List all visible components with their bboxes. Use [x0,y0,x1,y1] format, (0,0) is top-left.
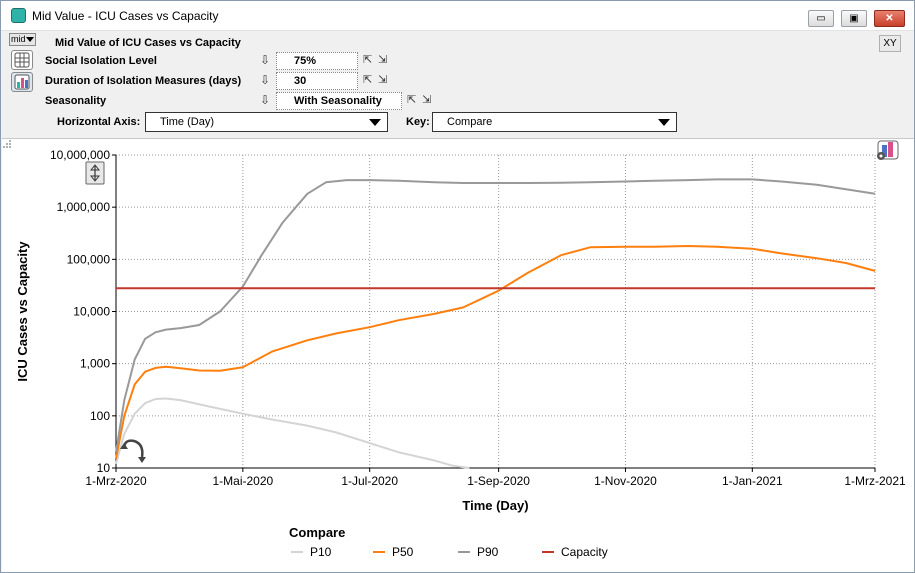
undo-icon[interactable]: ⇲ [378,74,387,86]
x-tick-label: 1-Mai-2020 [212,474,273,488]
maximize-icon: ▣ [849,13,859,24]
key-dropdown[interactable]: Compare [432,112,677,132]
graph-area[interactable]: 1-Mrz-2020 1-Mai-2020 1-Jul-2020 1-Sep-2020… [2,138,914,572]
edit-arrow-icon[interactable]: ⇱ [363,74,372,86]
minimize-button[interactable]: ▭ [808,10,834,27]
legend-label: P90 [477,545,499,559]
horizontal-axis-dropdown[interactable]: Time (Day) [145,112,388,132]
y-tick-label: 10 [97,461,111,475]
table-view-button[interactable] [11,50,33,70]
x-axis-label: Time (Day) [462,498,528,513]
legend-title: Compare [289,525,345,540]
undo-icon[interactable]: ⇲ [378,54,387,66]
x-tick-label: 1-Jan-2021 [722,474,783,488]
close-icon: ✕ [885,13,894,24]
series-line-p10[interactable] [115,397,470,469]
key-label: Key: [406,116,430,128]
y-tick-label: 10,000,000 [50,148,110,162]
duration-input[interactable]: 30 [276,72,358,90]
legend-label: Capacity [561,545,608,559]
xy-button[interactable]: XY [879,35,901,52]
chevron-down-icon [369,119,381,126]
x-tick-label: 1-Mrz-2020 [85,474,147,488]
down-arrow-icon[interactable]: ⇩ [259,54,271,67]
y-tick-label: 1,000,000 [57,200,111,214]
legend-label: P10 [310,545,332,559]
down-arrow-icon[interactable]: ⇩ [259,94,271,107]
down-arrow-icon[interactable]: ⇩ [259,74,271,87]
x-tick-label: 1-Mrz-2021 [844,474,906,488]
table-grid-icon [14,52,30,68]
undo-icon[interactable]: ⇲ [422,94,431,106]
horizontal-axis-label: Horizontal Axis: [57,116,141,128]
seasonality-input[interactable]: With Seasonality [276,92,402,110]
graph-view-button[interactable] [11,72,33,92]
y-axis-label: ICU Cases vs Capacity [15,241,30,382]
window: Mid Value - ICU Cases vs Capacity ▭ ▣ ✕ … [0,0,915,573]
close-button[interactable]: ✕ [874,10,905,27]
x-tick-label: 1-Nov-2020 [594,474,657,488]
horizontal-axis-value: Time (Day) [160,116,214,128]
x-tick-label: 1-Sep-2020 [467,474,530,488]
edit-arrow-icon[interactable]: ⇱ [363,54,372,66]
maximize-button[interactable]: ▣ [841,10,867,27]
x-tick-label: 1-Jul-2020 [341,474,398,488]
mid-select[interactable]: mid [9,33,36,46]
graph-settings-icon[interactable] [877,140,899,160]
minimize-icon: ▭ [816,13,826,24]
y-tick-label: 100 [90,409,110,423]
input-label-duration: Duration of Isolation Measures (days) [45,75,242,87]
rotate-icon[interactable] [120,439,146,463]
y-tick-label: 100,000 [67,252,111,266]
legend-label: P50 [392,545,414,559]
header-title: Mid Value of ICU Cases vs Capacity [55,37,241,49]
y-tick-label: 10,000 [73,305,110,319]
key-value: Compare [447,116,493,128]
window-title: Mid Value - ICU Cases vs Capacity [32,9,219,23]
line-chart[interactable]: 1-Mrz-2020 1-Mai-2020 1-Jul-2020 1-Sep-2020… [2,139,914,573]
resize-grip-icon[interactable] [2,139,12,149]
control-panel: mid Mid Value of ICU Cases vs Capacity X… [1,32,914,136]
chevron-down-icon [658,119,670,126]
input-label-seasonality: Seasonality [45,95,107,107]
app-icon [11,8,26,23]
mid-select-value: mid [11,34,26,44]
vertical-scale-icon[interactable] [85,161,105,185]
graph-view-icon [14,74,30,90]
title-bar[interactable]: Mid Value - ICU Cases vs Capacity ▭ ▣ ✕ [1,1,914,31]
edit-arrow-icon[interactable]: ⇱ [407,94,416,106]
social-isolation-input[interactable]: 75% [276,52,358,70]
input-label-social-isolation: Social Isolation Level [45,55,157,67]
chevron-down-icon [26,37,34,42]
y-tick-label: 1,000 [80,357,110,371]
series-line-p50[interactable] [115,245,876,459]
